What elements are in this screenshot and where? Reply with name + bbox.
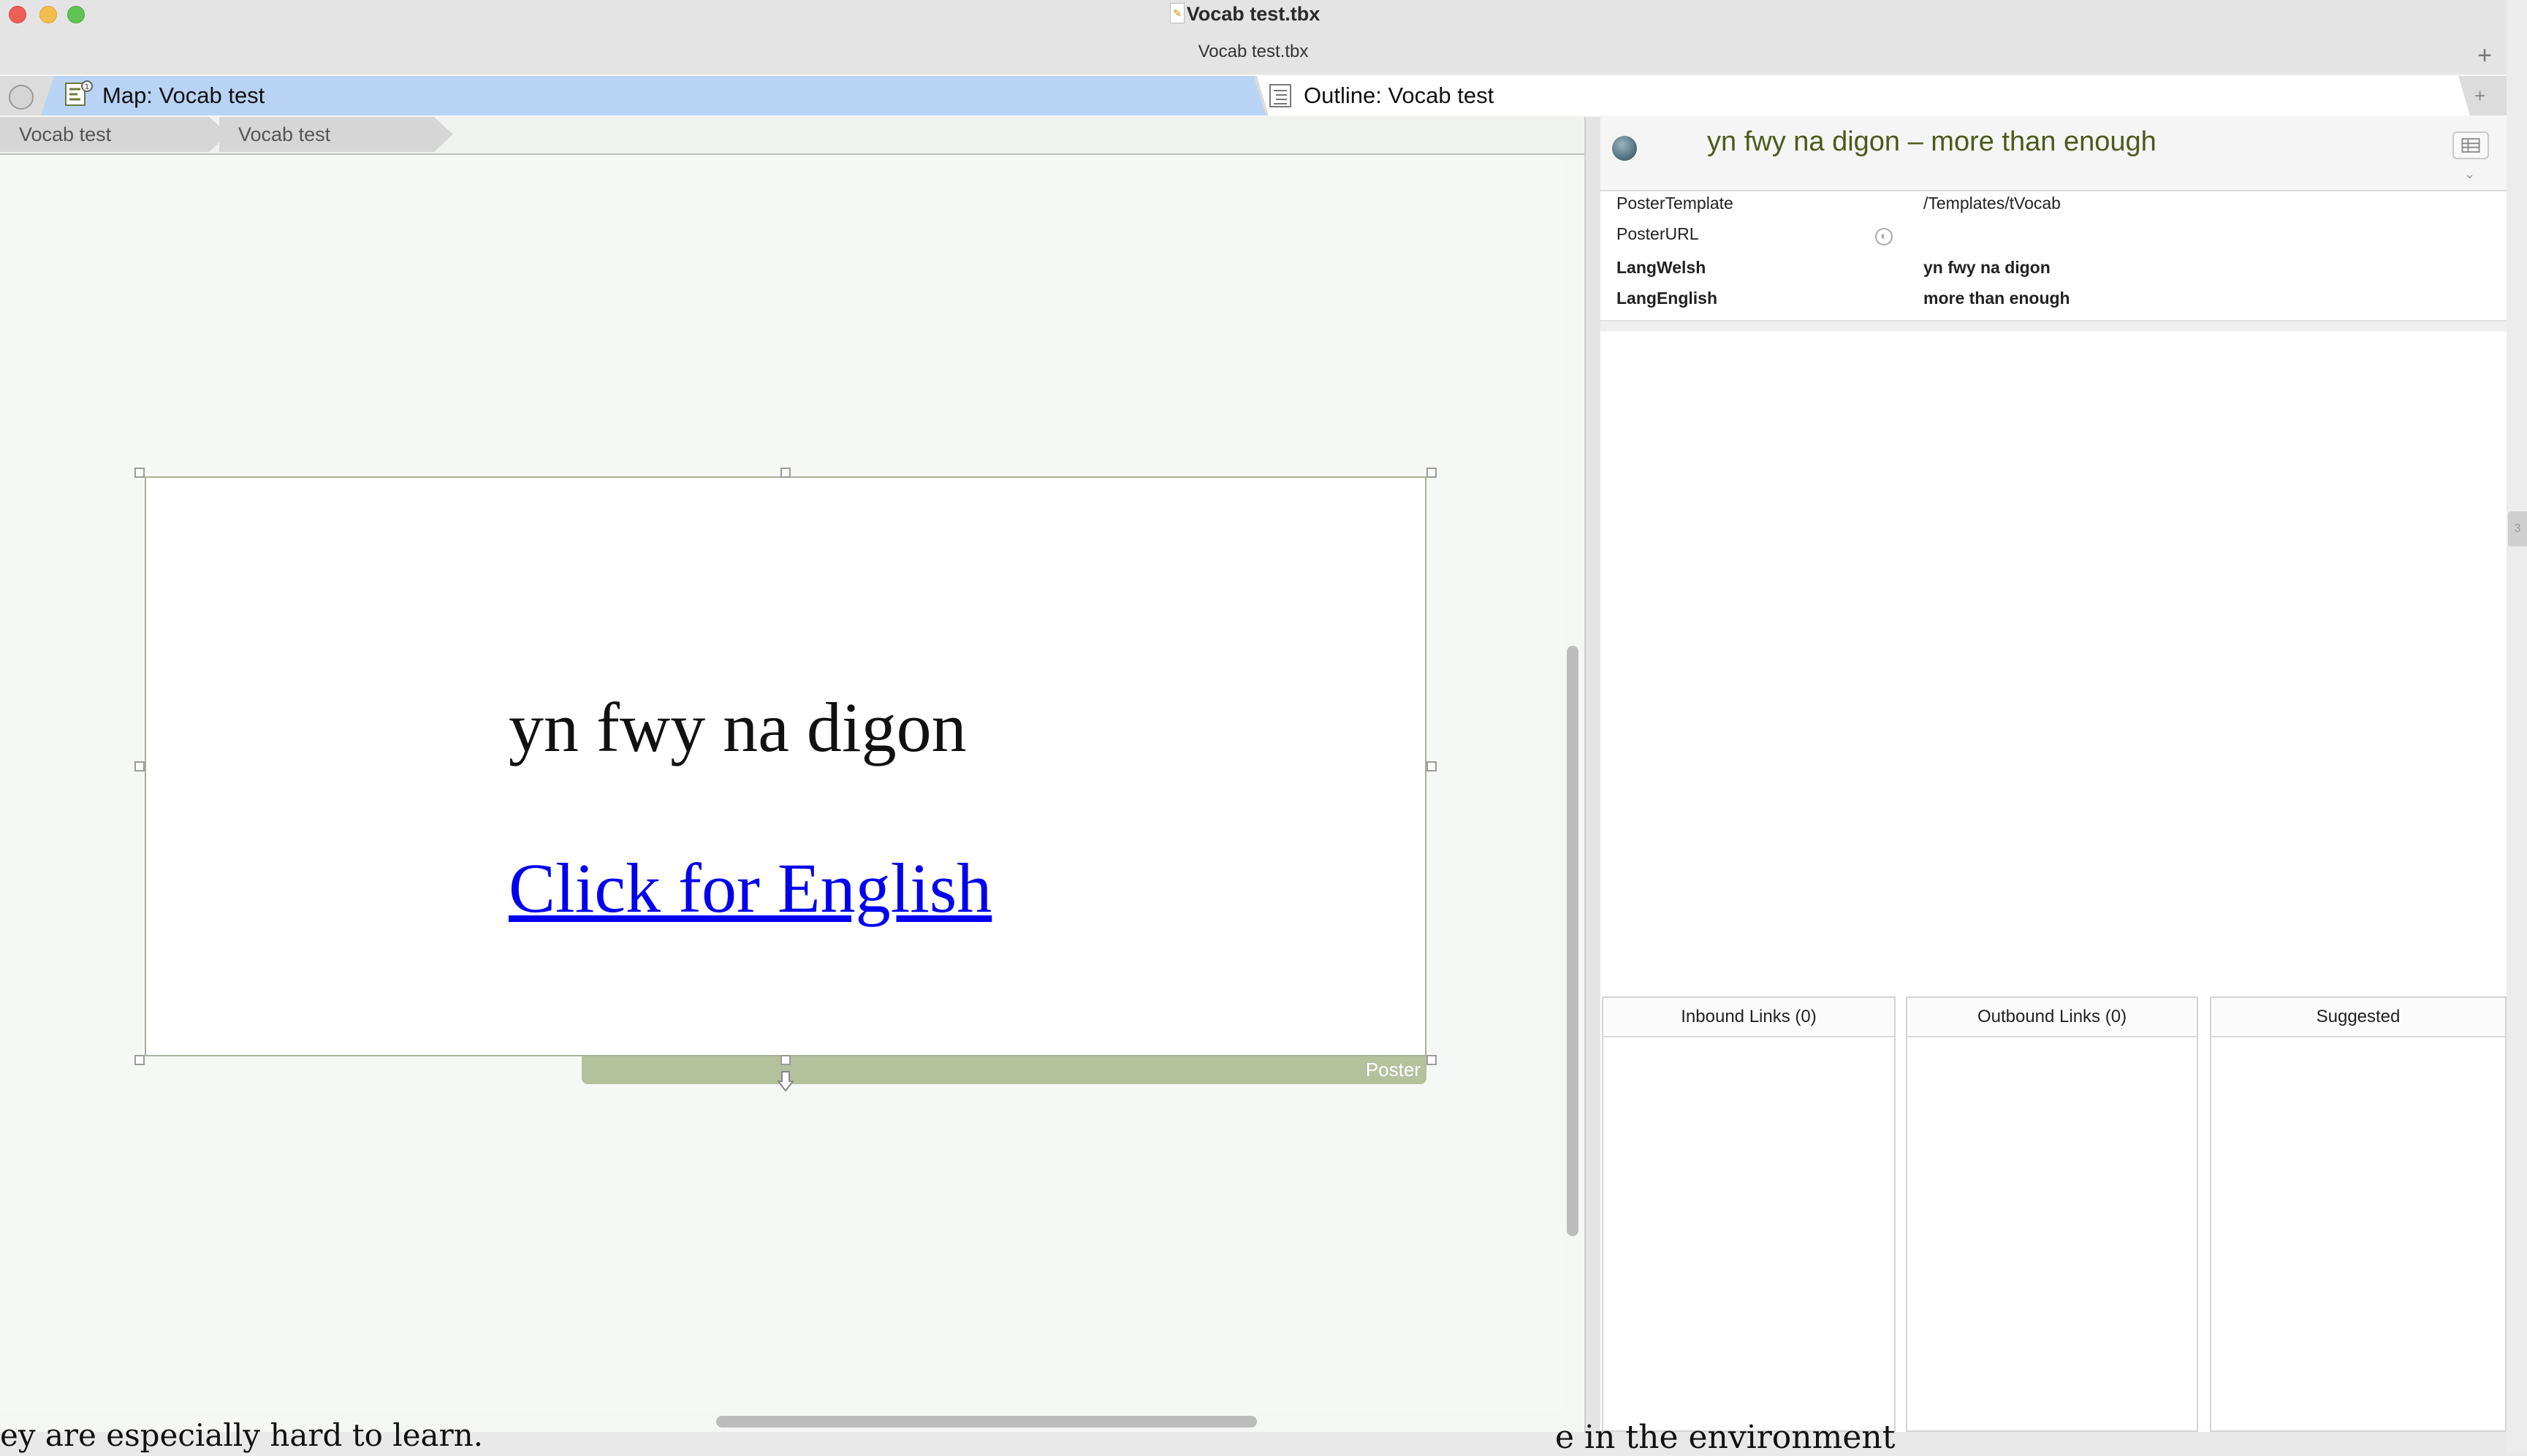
inspector-note-title[interactable]: yn fwy na digon – more than enough xyxy=(1707,121,2156,162)
click-for-english-link[interactable]: Click for English xyxy=(509,847,992,929)
prototype-tab xyxy=(582,1056,1426,1084)
attribute-value[interactable]: more than enough xyxy=(1923,283,2070,313)
attribute-table-icon[interactable] xyxy=(2452,132,2489,159)
pane-split-divider[interactable] xyxy=(1584,117,1602,1432)
resize-handle[interactable] xyxy=(780,1055,791,1065)
suggested-links-header[interactable]: Suggested xyxy=(2211,998,2505,1037)
outbound-links-list[interactable] xyxy=(1907,1037,2197,1430)
background-tab: 3 xyxy=(2508,511,2527,546)
prototype-label: Poster xyxy=(1365,1059,1421,1080)
resize-handle[interactable] xyxy=(1426,1055,1437,1065)
svg-text:1: 1 xyxy=(85,83,89,91)
window-subtitle: Vocab test.tbx xyxy=(1198,42,1309,61)
map-view-icon: 1 xyxy=(65,80,93,106)
attribute-key: PosterTemplate xyxy=(1616,194,1733,213)
globe-icon[interactable]: ◐ xyxy=(1875,228,1893,245)
background-document-text: e in the environment xyxy=(1555,1419,1896,1456)
document-icon: ✎ xyxy=(1170,3,1185,23)
down-arrow-handle-icon[interactable] xyxy=(778,1071,794,1091)
window-title: Vocab test.tbx xyxy=(1186,3,1320,25)
new-window-tab-plus-icon[interactable]: + xyxy=(2469,38,2501,73)
map-horizontal-scrollbar[interactable] xyxy=(716,1416,1257,1428)
poster-welsh-text: yn fwy na digon xyxy=(509,688,967,766)
attribute-key: PosterURL xyxy=(1616,224,1699,243)
resize-handle[interactable] xyxy=(1426,468,1437,478)
outbound-links-header[interactable]: Outbound Links (0) xyxy=(1907,998,2197,1037)
resize-handle[interactable] xyxy=(134,468,145,478)
background-document-text: ey are especially hard to learn. xyxy=(0,1417,484,1453)
tab-close-icon[interactable] xyxy=(9,85,34,110)
chevron-down-icon[interactable]: ⌄ xyxy=(2464,167,2475,182)
resize-handle[interactable] xyxy=(134,761,145,771)
note-text-pane[interactable] xyxy=(1602,332,2505,995)
suggested-links-list[interactable] xyxy=(2211,1037,2505,1430)
resize-handle[interactable] xyxy=(134,1055,145,1065)
inbound-links-header[interactable]: Inbound Links (0) xyxy=(1603,998,1894,1037)
tab-outline-label: Outline: Vocab test xyxy=(1304,83,1494,108)
resize-handle[interactable] xyxy=(1426,761,1437,771)
attribute-key: LangWelsh xyxy=(1616,258,1706,277)
add-tab-plus-icon[interactable]: + xyxy=(2474,85,2485,107)
inbound-links-list[interactable] xyxy=(1603,1037,1894,1430)
attributes-separator[interactable] xyxy=(1600,320,2507,332)
attribute-value[interactable]: yn fwy na digon xyxy=(1923,253,2051,282)
background-window-edge xyxy=(2507,0,2527,1452)
tab-map-label: Map: Vocab test xyxy=(102,83,265,108)
note-badge-icon xyxy=(1612,136,1637,161)
breadcrumb-item-label: Vocab test xyxy=(238,123,331,145)
attribute-key: LangEnglish xyxy=(1616,289,1717,308)
map-vertical-scrollbar[interactable] xyxy=(1567,646,1578,1236)
attribute-value[interactable]: /Templates/tVocab xyxy=(1923,188,2061,218)
outline-view-icon xyxy=(1269,84,1291,107)
breadcrumb-item-label: Vocab test xyxy=(19,123,112,145)
resize-handle[interactable] xyxy=(780,468,791,478)
